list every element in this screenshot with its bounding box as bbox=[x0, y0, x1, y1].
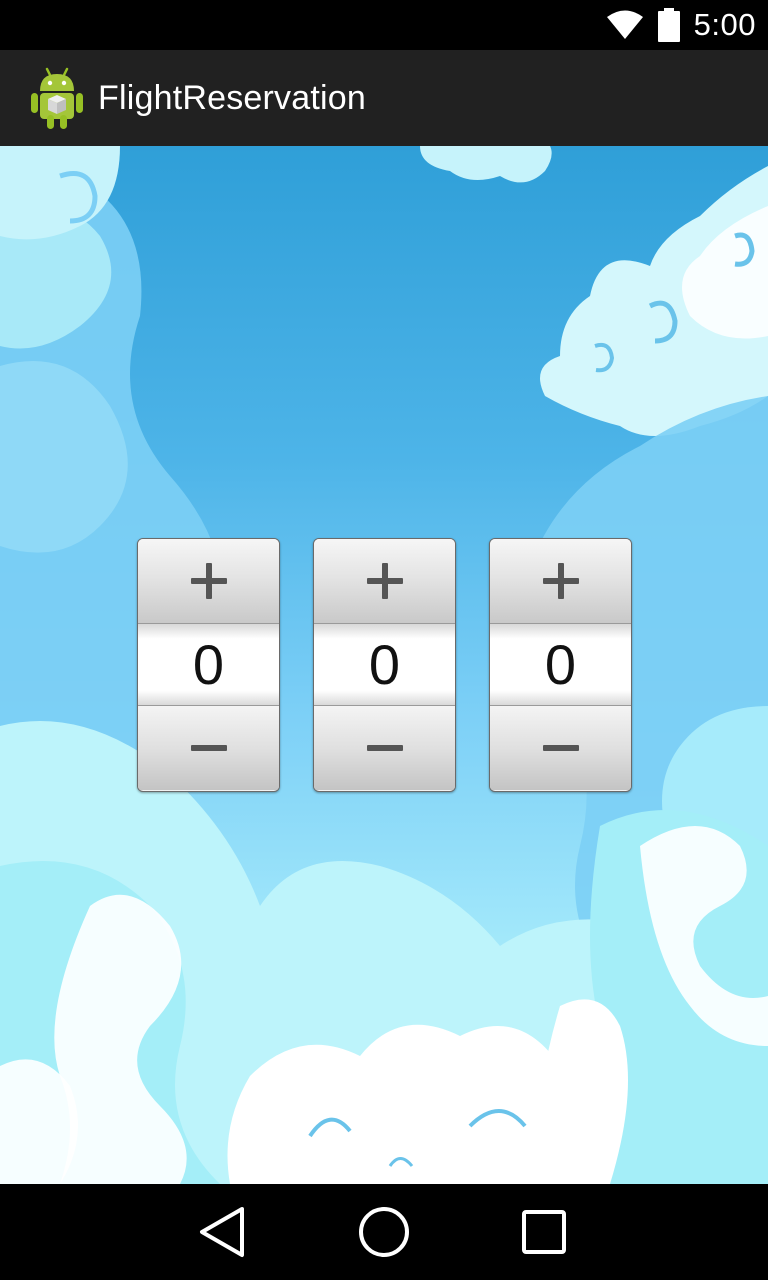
action-bar: FlightReservation bbox=[0, 50, 768, 146]
plus-icon bbox=[366, 563, 403, 599]
increment-button-1[interactable] bbox=[138, 539, 279, 623]
app-title: FlightReservation bbox=[98, 78, 366, 117]
plus-icon bbox=[542, 563, 579, 599]
number-picker-3: 0 bbox=[489, 538, 632, 792]
home-button[interactable] bbox=[354, 1202, 414, 1262]
android-app-icon bbox=[28, 65, 86, 131]
minus-icon bbox=[190, 745, 227, 751]
decrement-button-3[interactable] bbox=[490, 706, 631, 790]
minus-icon bbox=[366, 745, 403, 751]
status-icons: 5:00 bbox=[606, 0, 756, 50]
minus-icon bbox=[542, 745, 579, 751]
home-icon bbox=[359, 1207, 409, 1257]
wifi-icon bbox=[606, 10, 644, 40]
back-button[interactable] bbox=[192, 1202, 252, 1262]
picker-value-2[interactable]: 0 bbox=[314, 623, 455, 706]
recents-icon bbox=[522, 1210, 566, 1254]
plus-icon bbox=[190, 563, 227, 599]
increment-button-3[interactable] bbox=[490, 539, 631, 623]
picker-value-1[interactable]: 0 bbox=[138, 623, 279, 706]
status-time: 5:00 bbox=[693, 7, 756, 42]
decrement-button-1[interactable] bbox=[138, 706, 279, 790]
increment-button-2[interactable] bbox=[314, 539, 455, 623]
back-icon bbox=[200, 1207, 244, 1257]
navigation-bar bbox=[0, 1184, 768, 1280]
number-picker-2: 0 bbox=[313, 538, 456, 792]
recents-button[interactable] bbox=[514, 1202, 574, 1262]
status-bar: 5:00 bbox=[0, 0, 768, 50]
picker-value-3[interactable]: 0 bbox=[490, 623, 631, 706]
battery-icon bbox=[657, 8, 680, 42]
decrement-button-2[interactable] bbox=[314, 706, 455, 790]
content-area: 0 0 0 bbox=[0, 146, 768, 1184]
number-picker-1: 0 bbox=[137, 538, 280, 792]
screen: 5:00 FlightReservation 0 0 0 bbox=[0, 0, 768, 1280]
